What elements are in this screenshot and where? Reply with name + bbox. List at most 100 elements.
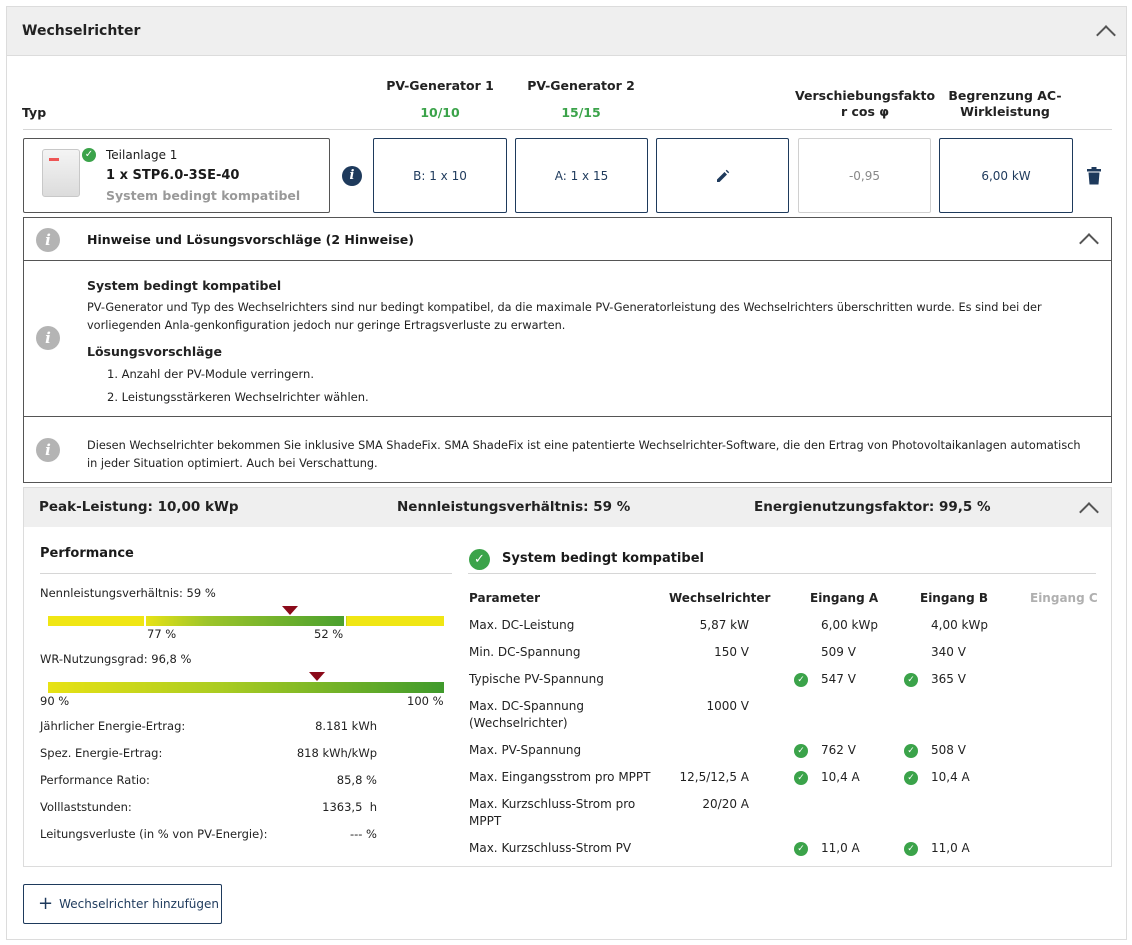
stat-value: 85,8 % bbox=[336, 773, 377, 787]
param-name: Max. Kurzschluss-Strom PV bbox=[469, 841, 632, 855]
input-b-value: 340 V bbox=[931, 645, 966, 659]
hint2-text-line2: in jeder Situation optimiert. Auch bei V… bbox=[87, 457, 378, 470]
stat-value: 1363,5 h bbox=[322, 800, 377, 814]
energy-factor: Energienutzungsfaktor: 99,5 % bbox=[754, 499, 991, 515]
check-icon: ✓ bbox=[904, 771, 918, 785]
stat-value: 8.181 kWh bbox=[315, 719, 377, 733]
check-icon: ✓ bbox=[82, 148, 96, 162]
nenn-label: Nennleistungsverhältnis: 59 % bbox=[40, 586, 216, 600]
cos-phi-field[interactable]: -0,95 bbox=[798, 138, 931, 213]
check-icon: ✓ bbox=[794, 771, 808, 785]
trash-icon[interactable] bbox=[1086, 167, 1102, 185]
wr-bar bbox=[48, 682, 444, 693]
peak-power: Peak-Leistung: 10,00 kWp bbox=[39, 499, 239, 515]
chevron-up-icon[interactable] bbox=[1079, 502, 1099, 522]
nenn-bar bbox=[48, 616, 444, 626]
param-name-line2: MPPT bbox=[469, 814, 502, 828]
info-icon: i bbox=[36, 326, 60, 350]
input-b-value: 11,0 A bbox=[931, 841, 970, 855]
solutions-title: Lösungsvorschläge bbox=[87, 344, 222, 359]
chevron-up-icon[interactable] bbox=[1096, 25, 1116, 45]
param-name: Min. DC-Spannung bbox=[469, 645, 581, 659]
hint1-title: System bedingt kompatibel bbox=[87, 278, 282, 293]
check-icon: ✓ bbox=[904, 673, 918, 687]
performance-divider bbox=[40, 573, 452, 574]
pv2-config-button[interactable]: A: 1 x 15 bbox=[515, 138, 648, 213]
input-a-value: 6,00 kWp bbox=[821, 618, 878, 632]
th-b: Eingang B bbox=[920, 591, 988, 605]
param-name: Max. Kurzschluss-Strom pro bbox=[469, 797, 636, 811]
stat-value: 818 kWh/kWp bbox=[296, 746, 377, 760]
input-b-value: 4,00 kWp bbox=[931, 618, 988, 632]
header-divider bbox=[23, 129, 1112, 130]
input-b-value: 508 V bbox=[931, 743, 966, 757]
check-icon: ✓ bbox=[904, 744, 918, 758]
wr-marker bbox=[309, 672, 326, 681]
hint2-text-line1: Diesen Wechselrichter bekommen Sie inklu… bbox=[87, 439, 1081, 452]
param-name: Max. Eingangsstrom pro MPPT bbox=[469, 770, 651, 784]
nenn-tick-2-label: 52 % bbox=[314, 627, 344, 641]
pencil-icon bbox=[716, 169, 729, 182]
col-pv2-count: 15/15 bbox=[561, 105, 601, 120]
hints-title: Hinweise und Lösungsvorschläge (2 Hinwei… bbox=[87, 232, 414, 247]
nenn-tick-2 bbox=[344, 614, 346, 628]
wr-value: 5,87 kW bbox=[699, 618, 749, 632]
param-name: Max. DC-Leistung bbox=[469, 618, 575, 632]
info-icon[interactable]: i bbox=[342, 166, 362, 186]
inverter-image bbox=[42, 149, 80, 197]
wr-value: 12,5/12,5 A bbox=[679, 770, 749, 784]
input-a-value: 10,4 A bbox=[821, 770, 860, 784]
input-a-value: 547 V bbox=[821, 672, 856, 686]
col-cos-line1: Verschiebungsfakto bbox=[795, 88, 936, 103]
stat-label: Spez. Energie-Ertrag: bbox=[40, 746, 163, 760]
param-name: Max. PV-Spannung bbox=[469, 743, 582, 757]
th-c: Eingang C bbox=[1030, 591, 1098, 605]
nenn-tick-1-label: 77 % bbox=[147, 627, 177, 641]
hints-divider bbox=[24, 416, 1111, 417]
wr-value: 1000 V bbox=[706, 699, 749, 713]
inverter-type-box[interactable]: ✓ Teilanlage 1 1 x STP6.0-3SE-40 System … bbox=[23, 138, 330, 213]
add-inverter-label: Wechselrichter hinzufügen bbox=[59, 897, 220, 911]
edit-button[interactable] bbox=[656, 138, 789, 213]
col-pv1-count: 10/10 bbox=[420, 105, 460, 120]
check-icon: ✓ bbox=[794, 744, 808, 758]
wr-value: 20/20 A bbox=[702, 797, 749, 811]
col-pv2-title: PV-Generator 2 bbox=[527, 78, 635, 93]
col-ac-line2: Wirkleistung bbox=[960, 104, 1050, 119]
param-name-line2: (Wechselrichter) bbox=[469, 716, 568, 730]
summary-section: Peak-Leistung: 10,00 kWp Nennleistungsve… bbox=[23, 487, 1112, 867]
info-icon: i bbox=[36, 438, 60, 462]
compat-divider bbox=[468, 573, 1096, 574]
subsystem-label: Teilanlage 1 bbox=[106, 148, 178, 162]
input-b-value: 365 V bbox=[931, 672, 966, 686]
ok-check-icon: ✓ bbox=[469, 549, 490, 570]
ac-limit-field[interactable]: 6,00 kW bbox=[939, 138, 1073, 213]
plus-icon: + bbox=[38, 893, 54, 914]
input-a-value: 11,0 A bbox=[821, 841, 860, 855]
inverter-panel: Wechselrichter Typ PV-Generator 1 10/10 … bbox=[6, 6, 1127, 940]
hints-header[interactable]: i Hinweise und Lösungsvorschläge (2 Hinw… bbox=[24, 218, 1111, 261]
check-icon: ✓ bbox=[794, 842, 808, 856]
panel-title: Wechselrichter bbox=[22, 23, 141, 39]
col-typ: Typ bbox=[22, 105, 47, 120]
summary-header[interactable]: Peak-Leistung: 10,00 kWp Nennleistungsve… bbox=[24, 488, 1111, 527]
panel-header[interactable]: Wechselrichter bbox=[7, 7, 1126, 56]
col-cos-line2: r cos φ bbox=[840, 104, 890, 119]
wr-max-label: 100 % bbox=[407, 694, 444, 708]
inverter-model: 1 x STP6.0-3SE-40 bbox=[106, 168, 240, 183]
hint1-text-line2: vorliegenden Anla-genkonfiguration jedoc… bbox=[87, 319, 566, 332]
add-inverter-button[interactable]: + Wechselrichter hinzufügen bbox=[23, 884, 222, 924]
check-icon: ✓ bbox=[904, 842, 918, 856]
nenn-tick-1 bbox=[144, 614, 146, 628]
pv1-config-button[interactable]: B: 1 x 10 bbox=[373, 138, 507, 213]
input-b-value: 10,4 A bbox=[931, 770, 970, 784]
stat-label: Volllaststunden: bbox=[40, 800, 132, 814]
compat-title: System bedingt kompatibel bbox=[502, 551, 704, 566]
wr-label: WR-Nutzungsgrad: 96,8 % bbox=[40, 652, 192, 666]
inverter-status: System bedingt kompatibel bbox=[106, 188, 301, 203]
solution-2: 2. Leistungsstärkeren Wechselrichter wäh… bbox=[107, 390, 369, 404]
stat-label: Jährlicher Energie-Ertrag: bbox=[40, 719, 186, 733]
solution-1: 1. Anzahl der PV-Module verringern. bbox=[107, 367, 314, 381]
chevron-up-icon[interactable] bbox=[1079, 233, 1099, 253]
performance-title: Performance bbox=[40, 546, 134, 561]
